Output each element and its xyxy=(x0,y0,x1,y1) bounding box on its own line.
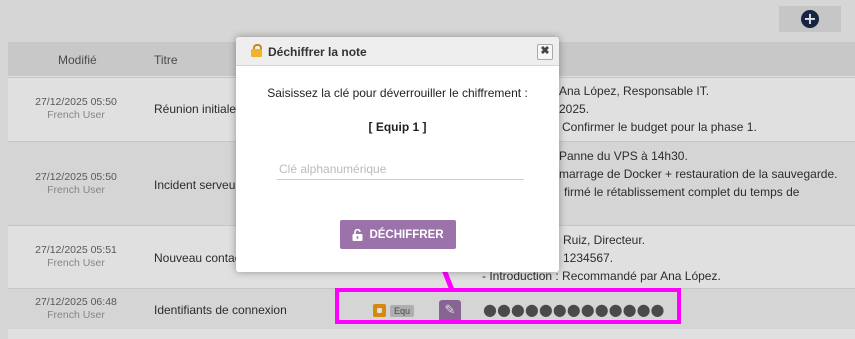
dialog-message: Saisissez la clé pour déverrouiller le c… xyxy=(267,86,528,100)
close-icon[interactable]: ✖ xyxy=(537,44,553,60)
lock-icon xyxy=(251,44,262,57)
dialog-title: Déchiffrer la note xyxy=(268,45,367,59)
decrypt-button[interactable]: DÉCHIFFRER xyxy=(340,220,456,249)
decrypt-dialog: Déchiffrer la note ✖ Saisissez la clé po… xyxy=(236,37,559,272)
decryption-key-input[interactable] xyxy=(277,159,524,180)
decrypt-button-label: DÉCHIFFRER xyxy=(369,228,444,241)
unlock-icon xyxy=(352,228,363,241)
key-name-label: [ Equip 1 ] xyxy=(368,120,427,134)
dialog-header: Déchiffrer la note ✖ xyxy=(236,37,559,66)
